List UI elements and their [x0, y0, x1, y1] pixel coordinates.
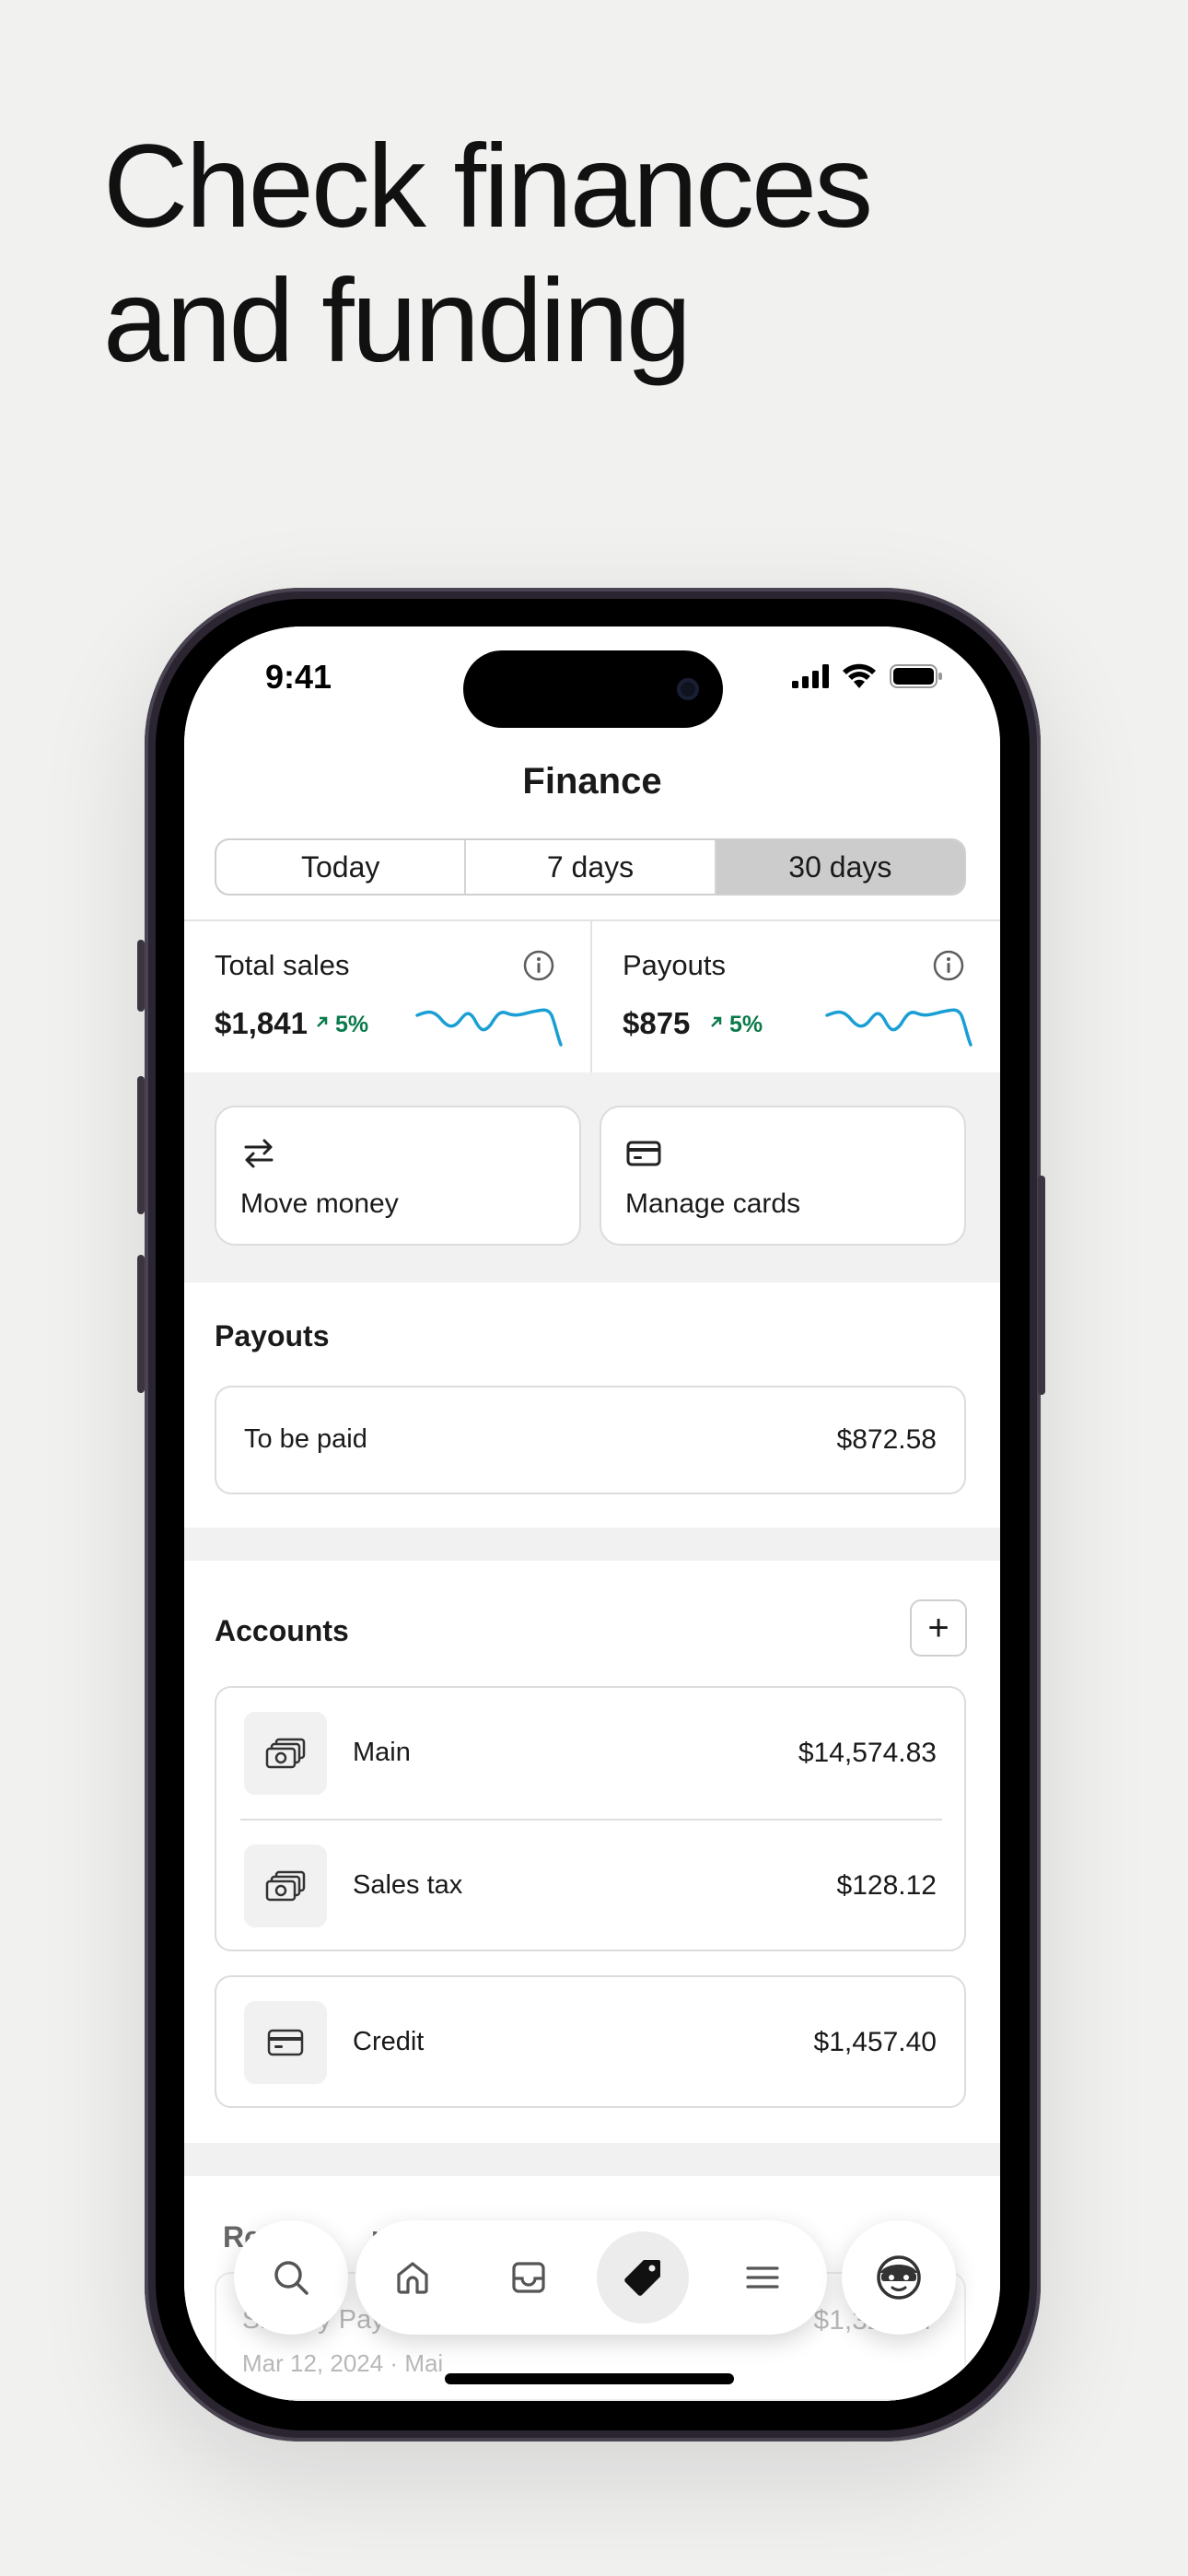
- tag-icon: [624, 2260, 660, 2296]
- headline: Check finances and funding: [103, 120, 873, 389]
- move-money-button[interactable]: Move money: [215, 1106, 581, 1246]
- phone-side-button: [137, 1255, 145, 1393]
- metric-change: 5%: [335, 1012, 369, 1037]
- phone-side-button: [137, 940, 145, 1012]
- tab-pill: [355, 2220, 827, 2335]
- arrow-up-right-icon: [317, 1016, 328, 1027]
- to-be-paid-row[interactable]: To be paid $872.58: [215, 1386, 966, 1494]
- metrics-row: Total sales $1,841 5% Payouts $875 5%: [184, 921, 1000, 1072]
- action-label: Move money: [240, 1188, 399, 1219]
- metric-change: 5%: [729, 1012, 763, 1037]
- account-row-sales-tax[interactable]: Sales tax $128.12: [216, 1821, 964, 1951]
- transaction-meta: Mar 12, 2024 · Mai: [242, 2349, 444, 2377]
- signal-icon: [792, 664, 829, 688]
- info-icon[interactable]: [522, 949, 555, 982]
- status-time: 9:41: [265, 658, 332, 696]
- camera-icon: [677, 678, 699, 700]
- battery-icon: [890, 664, 942, 688]
- accounts-list-card: Main $14,574.83 Sales tax $128.12: [215, 1686, 966, 1951]
- cash-stack-icon: [244, 1712, 327, 1795]
- avatar-button[interactable]: [842, 2220, 956, 2335]
- inbox-icon: [512, 2262, 545, 2293]
- phone-side-button: [1038, 1176, 1045, 1395]
- date-range-selector: Today 7 days 30 days: [215, 838, 966, 896]
- metric-total-sales[interactable]: Total sales $1,841 5%: [184, 921, 592, 1072]
- section-title: Payouts: [215, 1319, 330, 1352]
- metric-label: Payouts: [623, 949, 727, 981]
- metric-value: $1,841: [215, 1006, 308, 1040]
- account-amount: $14,574.83: [798, 1738, 937, 1768]
- row-amount: $872.58: [836, 1424, 937, 1455]
- account-amount: $128.12: [836, 1870, 937, 1901]
- metric-label: Total sales: [215, 949, 350, 981]
- status-icons: [792, 663, 943, 689]
- tab-products[interactable]: [597, 2231, 689, 2324]
- account-name: Main: [353, 1738, 411, 1767]
- page-title: Finance: [522, 761, 662, 802]
- segment-7-days[interactable]: 7 days: [466, 840, 716, 894]
- arrows-swap-icon: [244, 1139, 274, 1168]
- action-label: Manage cards: [625, 1188, 801, 1219]
- arrow-up-right-icon: [711, 1016, 722, 1027]
- accounts-section: Accounts + Main $14,574.83 Sales tax $12…: [184, 1561, 1000, 2143]
- header: 9:41 Finance Today 7 days 30 days: [184, 626, 1000, 919]
- account-amount: $1,457.40: [813, 2027, 937, 2057]
- metric-value: $875: [623, 1006, 691, 1040]
- headline-line-2: and funding: [103, 255, 692, 387]
- quick-actions: Move money Manage cards: [184, 1074, 1000, 1268]
- account-row-credit[interactable]: Credit $1,457.40: [215, 1975, 966, 2108]
- account-name: Credit: [353, 2027, 425, 2056]
- metric-payouts[interactable]: Payouts $875 5%: [592, 921, 1000, 1072]
- account-row-main[interactable]: Main $14,574.83: [216, 1688, 964, 1819]
- search-icon: [274, 2261, 309, 2295]
- wifi-icon: [843, 663, 876, 688]
- section-title: Accounts: [215, 1614, 349, 1647]
- segment-today[interactable]: Today: [216, 840, 467, 894]
- segment-30-days[interactable]: 30 days: [716, 840, 964, 894]
- headline-line-1: Check finances: [103, 121, 873, 252]
- cash-stack-icon: [244, 1844, 327, 1927]
- add-account-button[interactable]: +: [910, 1599, 967, 1657]
- dynamic-island: [463, 650, 723, 728]
- phone-side-button: [137, 1076, 145, 1214]
- sparkline: [415, 1008, 563, 1047]
- home-icon: [397, 2262, 428, 2294]
- row-label: To be paid: [244, 1424, 367, 1454]
- search-button[interactable]: [234, 2220, 348, 2335]
- tab-menu[interactable]: [722, 2237, 803, 2318]
- avatar: [877, 2255, 921, 2300]
- card-icon: [626, 1141, 661, 1166]
- sparkline: [825, 1008, 973, 1047]
- card-icon: [244, 2001, 327, 2084]
- tab-bar: [184, 2213, 1000, 2342]
- menu-icon: [746, 2266, 779, 2289]
- manage-cards-button[interactable]: Manage cards: [600, 1106, 966, 1246]
- account-name: Sales tax: [353, 1870, 463, 1900]
- phone-screen: 9:41 Finance Today 7 days 30 days Total …: [184, 626, 1000, 2401]
- info-icon[interactable]: [932, 949, 965, 982]
- home-indicator: [445, 2373, 734, 2384]
- payouts-section: Payouts To be paid $872.58: [184, 1282, 1000, 1528]
- tab-home[interactable]: [372, 2237, 453, 2318]
- tab-inbox[interactable]: [488, 2237, 569, 2318]
